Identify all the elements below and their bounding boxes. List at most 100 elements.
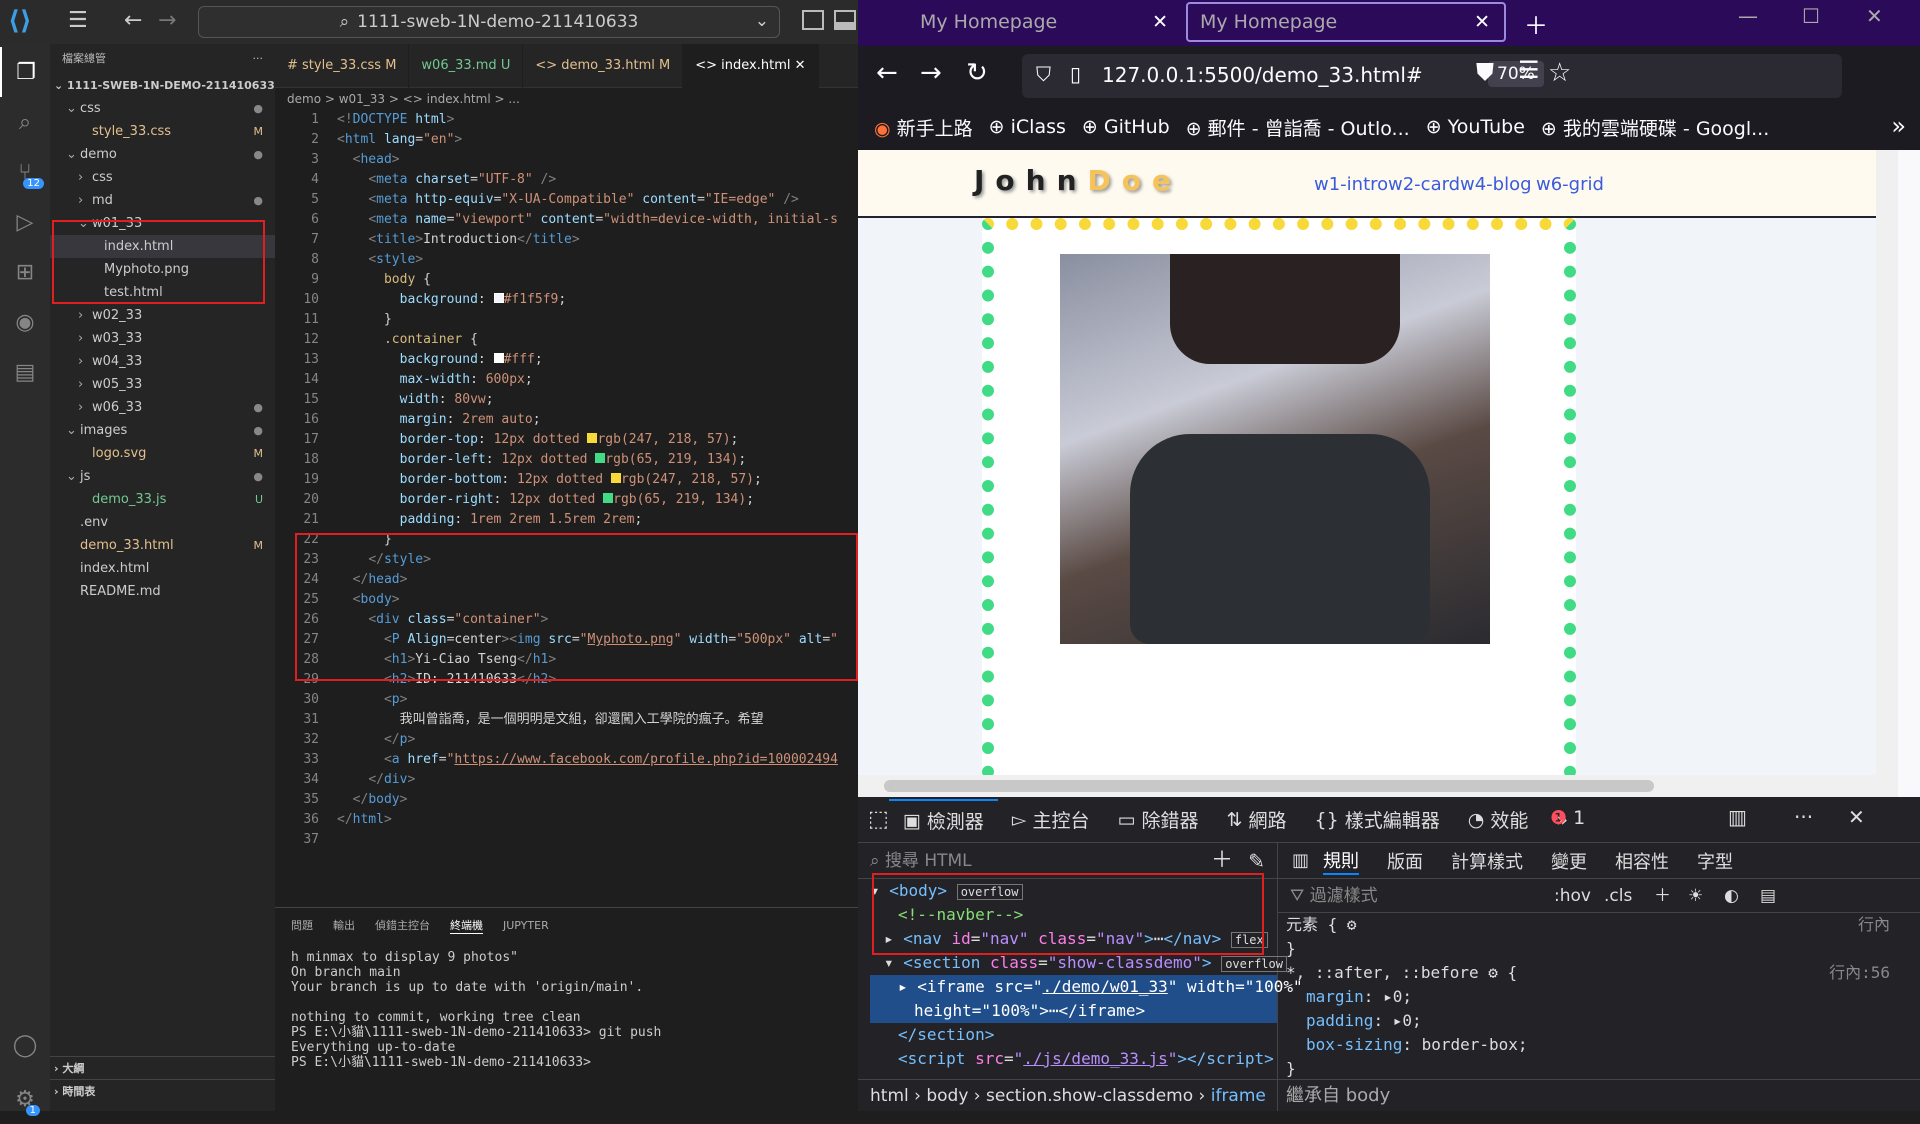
toggle-panel-icon[interactable]	[834, 10, 856, 30]
timeline-section[interactable]: › 時間表	[50, 1079, 275, 1102]
tab-jupyter[interactable]: JUPYTER	[503, 919, 549, 932]
more-actions-icon[interactable]: ···	[253, 44, 264, 74]
nav-link-w2[interactable]: w2-card	[1388, 174, 1460, 195]
bookmark-iclass[interactable]: ⊕ iClass	[989, 116, 1066, 138]
bookmark-firefox[interactable]: ◉ 新手上路	[874, 114, 973, 141]
nav-link-w1[interactable]: w1-intro	[1314, 174, 1388, 195]
tab-computed[interactable]: 計算樣式	[1451, 848, 1523, 874]
maximize-icon[interactable]: ☐	[1802, 4, 1820, 28]
file-tree-item[interactable]: ⌄ demo ●	[50, 143, 275, 166]
outline-section[interactable]: › 大綱	[50, 1056, 275, 1079]
code-editor[interactable]: 1 <!DOCTYPE html> 2 <html lang="en"> 3 <he…	[275, 110, 858, 850]
chevron-down-icon[interactable]: ⌄	[755, 11, 769, 31]
crumb-html[interactable]: html	[870, 1086, 909, 1106]
minimize-icon[interactable]: —	[1738, 4, 1758, 28]
extensions-icon[interactable]: ⊞	[0, 247, 50, 297]
back-arrow-icon[interactable]: ←	[124, 8, 142, 33]
bookmark-github[interactable]: ⊕ GitHub	[1082, 116, 1170, 138]
overflow-menu-icon[interactable]: ···	[1794, 805, 1813, 829]
vertical-scrollbar[interactable]	[1876, 150, 1898, 775]
cls-toggle[interactable]: .cls	[1604, 879, 1632, 913]
settings-gear-icon[interactable]: ⚙ 1	[0, 1074, 50, 1124]
explorer-root[interactable]: ⌄ 1111-SWEB-1N-DEMO-211410633	[50, 74, 275, 97]
file-tree-item[interactable]: style_33.css M	[50, 120, 275, 143]
style-filter[interactable]: ⛛ 過濾樣式 :hov .cls ＋ ☀ ◐ ▤	[1278, 879, 1920, 913]
file-tree-item[interactable]: › md ●	[50, 189, 275, 212]
scrollbar-thumb[interactable]	[884, 780, 1654, 792]
close-icon[interactable]: ✕	[1848, 805, 1865, 829]
search-icon[interactable]: ⌕	[0, 97, 50, 147]
print-icon[interactable]: ▤	[1760, 879, 1776, 913]
tab-fonts[interactable]: 字型	[1697, 848, 1733, 874]
crumb-section[interactable]: section.show-classdemo	[986, 1086, 1193, 1106]
new-tab-icon[interactable]: ＋	[1524, 6, 1548, 41]
forward-icon[interactable]: →	[920, 58, 942, 88]
tab-console[interactable]: ▻ 主控台	[998, 799, 1104, 841]
tab-index-html[interactable]: <> index.html ✕	[683, 44, 819, 88]
explorer-icon[interactable]: ❐	[0, 47, 50, 97]
file-tree-item[interactable]: logo.svg M	[50, 442, 275, 465]
file-tree-item[interactable]: demo_33.html M	[50, 534, 275, 557]
close-icon[interactable]: ✕	[1474, 11, 1490, 33]
bookmark-drive[interactable]: ⊕ 我的雲端硬碟 - Googl...	[1541, 114, 1769, 141]
tab-performance[interactable]: ◔ 效能	[1454, 799, 1543, 841]
file-tree-item[interactable]: › w02_33	[50, 304, 275, 327]
file-tree-item[interactable]: ⌄ images ●	[50, 419, 275, 442]
file-tree-item[interactable]: .env	[50, 511, 275, 534]
reload-icon[interactable]: ↻	[966, 58, 988, 88]
tab-network[interactable]: ⇅ 網路	[1213, 799, 1301, 841]
app-menu-icon[interactable]: ☰	[1518, 56, 1540, 84]
account-icon[interactable]: ◯	[0, 1020, 50, 1070]
nav-link-w6[interactable]: w6-grid	[1536, 174, 1604, 195]
file-tree-item[interactable]: › w03_33	[50, 327, 275, 350]
error-count[interactable]: ❶ 1	[1550, 807, 1585, 829]
forward-arrow-icon[interactable]: →	[158, 8, 176, 33]
crumb-iframe[interactable]: iframe	[1211, 1086, 1266, 1106]
url-bar[interactable]: ⛉ ▯ 127.0.0.1:5500/demo_33.html# 70% ☆	[1022, 54, 1842, 98]
terminal-output[interactable]: h minmax to display 9 photos" On branch m…	[275, 942, 858, 1078]
tab-changes[interactable]: 變更	[1551, 848, 1587, 874]
file-tree-item[interactable]: › w06_33 ●	[50, 396, 275, 419]
tab-compatibility[interactable]: 相容性	[1615, 848, 1669, 874]
close-icon[interactable]: ✕	[1152, 11, 1168, 33]
tab-terminal[interactable]: 終端機	[450, 917, 483, 934]
bookmark-outlook[interactable]: ⊕ 郵件 - 曾詣喬 - Outlo...	[1186, 114, 1410, 141]
universal-source[interactable]: 行內:56	[1829, 961, 1890, 985]
file-tree-item[interactable]: README.md	[50, 580, 275, 603]
nav-link-w4[interactable]: w4-blog	[1460, 174, 1532, 195]
file-tree-item[interactable]: index.html	[50, 557, 275, 580]
remote-explorer-icon[interactable]: ▤	[0, 347, 50, 397]
tab-w06-md[interactable]: w06_33.md U	[409, 44, 524, 88]
tab-inspector[interactable]: ▣ 檢測器	[888, 798, 998, 841]
horizontal-scrollbar[interactable]	[858, 775, 1898, 797]
hov-toggle[interactable]: :hov	[1554, 879, 1591, 913]
file-tree-item[interactable]: › css	[50, 166, 275, 189]
file-tree-item[interactable]: demo_33.js U	[50, 488, 275, 511]
tab-problems[interactable]: 問題	[291, 917, 313, 933]
command-center-search[interactable]: ⌕ 1111-sweb-1N-demo-211410633 ⌄	[198, 6, 780, 38]
browser-tab-2[interactable]: My Homepage ✕	[1186, 2, 1506, 42]
tab-output[interactable]: 輸出	[333, 917, 355, 933]
site-logo[interactable]: JohnDoe	[974, 164, 1182, 197]
file-tree-item[interactable]: ⌄ css ●	[50, 97, 275, 120]
css-rules[interactable]: 元素 { ⚙ 行內 } *, ::after, ::before ⚙ {行內:56…	[1278, 913, 1920, 1081]
url-text[interactable]: 127.0.0.1:5500/demo_33.html#	[1102, 63, 1423, 87]
light-mode-icon[interactable]: ☀	[1688, 879, 1703, 913]
close-window-icon[interactable]: ✕	[1866, 4, 1883, 28]
toggle-sidebar-icon[interactable]	[802, 10, 824, 30]
shield-icon[interactable]: ⛉	[1036, 62, 1051, 86]
tab-style-editor[interactable]: {} 樣式編輯器	[1301, 799, 1454, 841]
crumb-body[interactable]: body	[926, 1086, 968, 1106]
file-tree-item[interactable]: ⌄ js ●	[50, 465, 275, 488]
add-rule-icon[interactable]: ＋	[1654, 879, 1671, 913]
file-tree-item[interactable]: › w04_33	[50, 350, 275, 373]
tab-debugger[interactable]: ▭ 除錯器	[1104, 799, 1213, 841]
file-tree-item[interactable]: › w05_33	[50, 373, 275, 396]
more-bookmarks-icon[interactable]: »	[1891, 112, 1906, 140]
github-icon[interactable]: ◉	[0, 297, 50, 347]
bookmark-youtube[interactable]: ⊕ YouTube	[1426, 116, 1525, 138]
close-icon[interactable]: ✕	[795, 58, 806, 73]
bookmark-star-icon[interactable]: ☆	[1548, 58, 1571, 88]
sidebar-toggle-icon[interactable]: ▥	[1292, 850, 1309, 871]
run-debug-icon[interactable]: ▷	[0, 197, 50, 247]
